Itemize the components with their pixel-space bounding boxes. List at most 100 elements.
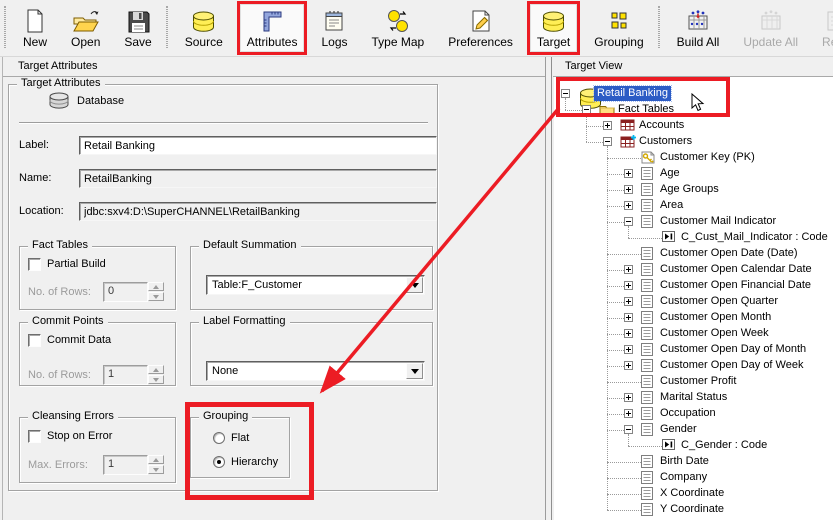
tree-item-customer-profit[interactable]: Customer Profit bbox=[554, 374, 833, 390]
tree-item-y-coordinate[interactable]: Y Coordinate bbox=[554, 502, 833, 518]
spinner-up-button[interactable] bbox=[148, 455, 164, 464]
attribute-icon bbox=[641, 263, 653, 279]
dropdown-arrow-button[interactable] bbox=[406, 277, 423, 293]
tree-item-label: Area bbox=[657, 198, 686, 213]
expand-toggle-icon[interactable] bbox=[624, 313, 633, 322]
toolbar-button-update-all[interactable]: Update All bbox=[733, 1, 808, 55]
spinner-up-button[interactable] bbox=[148, 282, 164, 291]
hierarchy-radio[interactable] bbox=[213, 456, 225, 468]
groupbox-title: Target Attributes bbox=[17, 77, 105, 89]
dropdown-arrow-button[interactable] bbox=[406, 363, 423, 379]
tree-item-customer-key-pk[interactable]: Customer Key (PK) bbox=[554, 150, 833, 166]
toolbar-button-target[interactable]: Target bbox=[527, 1, 580, 55]
pane-splitter[interactable] bbox=[545, 57, 552, 520]
tree-item-customers[interactable]: Customers bbox=[554, 134, 833, 150]
collapse-toggle-icon[interactable] bbox=[561, 89, 570, 98]
collapse-toggle-icon[interactable] bbox=[603, 137, 612, 146]
toolbar-button-attributes[interactable]: Attributes bbox=[237, 1, 308, 55]
fact-rows-value[interactable]: 0 bbox=[103, 282, 148, 302]
toolbar-button-grouping[interactable]: Grouping bbox=[584, 1, 653, 55]
label-formatting-dropdown[interactable]: None bbox=[206, 361, 425, 381]
attribute-icon bbox=[641, 359, 653, 375]
toolbar-button-source[interactable]: Source bbox=[175, 1, 233, 55]
expand-toggle-icon[interactable] bbox=[624, 393, 633, 402]
collapse-toggle-icon[interactable] bbox=[582, 105, 591, 114]
expand-toggle-icon[interactable] bbox=[624, 345, 633, 354]
tree-item-customer-open-quarter[interactable]: Customer Open Quarter bbox=[554, 294, 833, 310]
tree-item-customer-open-date-date[interactable]: Customer Open Date (Date) bbox=[554, 246, 833, 262]
tree-item-accounts[interactable]: Accounts bbox=[554, 118, 833, 134]
expand-toggle-icon[interactable] bbox=[624, 169, 633, 178]
tree-item-customer-open-day-of-week[interactable]: Customer Open Day of Week bbox=[554, 358, 833, 374]
location-input[interactable] bbox=[79, 202, 437, 221]
collapse-toggle-icon[interactable] bbox=[624, 425, 633, 434]
attributes-ruler-icon bbox=[260, 8, 284, 34]
spinner-down-button[interactable] bbox=[148, 465, 164, 474]
tree-item-occupation[interactable]: Occupation bbox=[554, 406, 833, 422]
cleansing-errors-title: Cleansing Errors bbox=[28, 410, 118, 422]
tree-item-area[interactable]: Area bbox=[554, 198, 833, 214]
partial-build-checkbox[interactable] bbox=[28, 258, 41, 271]
toolbar-button-resu[interactable]: Resu bbox=[812, 1, 833, 55]
tree-item-retail-banking[interactable]: Retail Banking bbox=[554, 86, 833, 102]
new-document-icon bbox=[23, 8, 47, 34]
toolbar-button-preferences[interactable]: Preferences bbox=[438, 1, 523, 55]
tree-connector bbox=[628, 446, 662, 447]
toolbar-button-build-all[interactable]: Build All bbox=[667, 1, 730, 55]
expand-toggle-icon[interactable] bbox=[624, 409, 633, 418]
expand-toggle-icon[interactable] bbox=[624, 185, 633, 194]
max-errors-value[interactable]: 1 bbox=[103, 455, 148, 475]
label-input[interactable] bbox=[79, 136, 437, 155]
attribute-icon bbox=[641, 375, 653, 391]
table-icon bbox=[620, 119, 635, 134]
spinner-up-button[interactable] bbox=[148, 365, 164, 374]
tree-item-label: Customer Open Calendar Date bbox=[657, 262, 815, 277]
commit-rows-value[interactable]: 1 bbox=[103, 365, 148, 385]
expand-toggle-icon[interactable] bbox=[624, 265, 633, 274]
name-input[interactable] bbox=[79, 169, 437, 188]
toolbar-button-logs[interactable]: Logs bbox=[311, 1, 357, 55]
tree-item-customer-open-day-of-month[interactable]: Customer Open Day of Month bbox=[554, 342, 833, 358]
toolbar-button-new[interactable]: New bbox=[13, 1, 57, 55]
collapse-toggle-icon[interactable] bbox=[624, 217, 633, 226]
default-summation-dropdown[interactable]: Table:F_Customer bbox=[206, 275, 425, 295]
tree-item-age-groups[interactable]: Age Groups bbox=[554, 182, 833, 198]
tree-connector bbox=[607, 350, 624, 351]
tree-item-marital-status[interactable]: Marital Status bbox=[554, 390, 833, 406]
tree-item-fact-tables[interactable]: Fact Tables bbox=[554, 102, 833, 118]
tree-connector bbox=[607, 302, 624, 303]
tree-item-label: Customers bbox=[636, 134, 695, 149]
table-plus-icon bbox=[620, 135, 637, 151]
spinner-down-button[interactable] bbox=[148, 292, 164, 301]
toolbar-button-label: Type Map bbox=[372, 35, 425, 49]
tree-item-customer-open-week[interactable]: Customer Open Week bbox=[554, 326, 833, 342]
tree-connector bbox=[607, 254, 641, 255]
tree-item-label: Customer Open Quarter bbox=[657, 294, 781, 309]
flat-radio[interactable] bbox=[213, 432, 225, 444]
expand-toggle-icon[interactable] bbox=[624, 329, 633, 338]
stop-on-error-checkbox[interactable] bbox=[28, 430, 41, 443]
tree-item-company[interactable]: Company bbox=[554, 470, 833, 486]
expand-toggle-icon[interactable] bbox=[624, 201, 633, 210]
tree-item-c-gender-code[interactable]: C_Gender : Code bbox=[554, 438, 833, 454]
toolbar-button-type-map[interactable]: Type Map bbox=[362, 1, 435, 55]
tree-item-customer-open-month[interactable]: Customer Open Month bbox=[554, 310, 833, 326]
toolbar-button-open[interactable]: Open bbox=[61, 1, 110, 55]
toolbar-button-save[interactable]: Save bbox=[114, 1, 161, 55]
attribute-icon bbox=[641, 503, 653, 519]
tree-item-x-coordinate[interactable]: X Coordinate bbox=[554, 486, 833, 502]
tree-item-customer-mail-indicator[interactable]: Customer Mail Indicator bbox=[554, 214, 833, 230]
commit-rows-label: No. of Rows: bbox=[28, 369, 91, 381]
expand-toggle-icon[interactable] bbox=[624, 297, 633, 306]
tree-item-age[interactable]: Age bbox=[554, 166, 833, 182]
tree-item-c-cust-mail-indicator-code[interactable]: C_Cust_Mail_Indicator : Code bbox=[554, 230, 833, 246]
expand-toggle-icon[interactable] bbox=[624, 281, 633, 290]
tree-item-customer-open-calendar-date[interactable]: Customer Open Calendar Date bbox=[554, 262, 833, 278]
tree-item-customer-open-financial-date[interactable]: Customer Open Financial Date bbox=[554, 278, 833, 294]
commit-data-checkbox[interactable] bbox=[28, 334, 41, 347]
expand-toggle-icon[interactable] bbox=[624, 361, 633, 370]
spinner-down-button[interactable] bbox=[148, 375, 164, 384]
tree-item-gender[interactable]: Gender bbox=[554, 422, 833, 438]
expand-toggle-icon[interactable] bbox=[603, 121, 612, 130]
tree-item-birth-date[interactable]: Birth Date bbox=[554, 454, 833, 470]
